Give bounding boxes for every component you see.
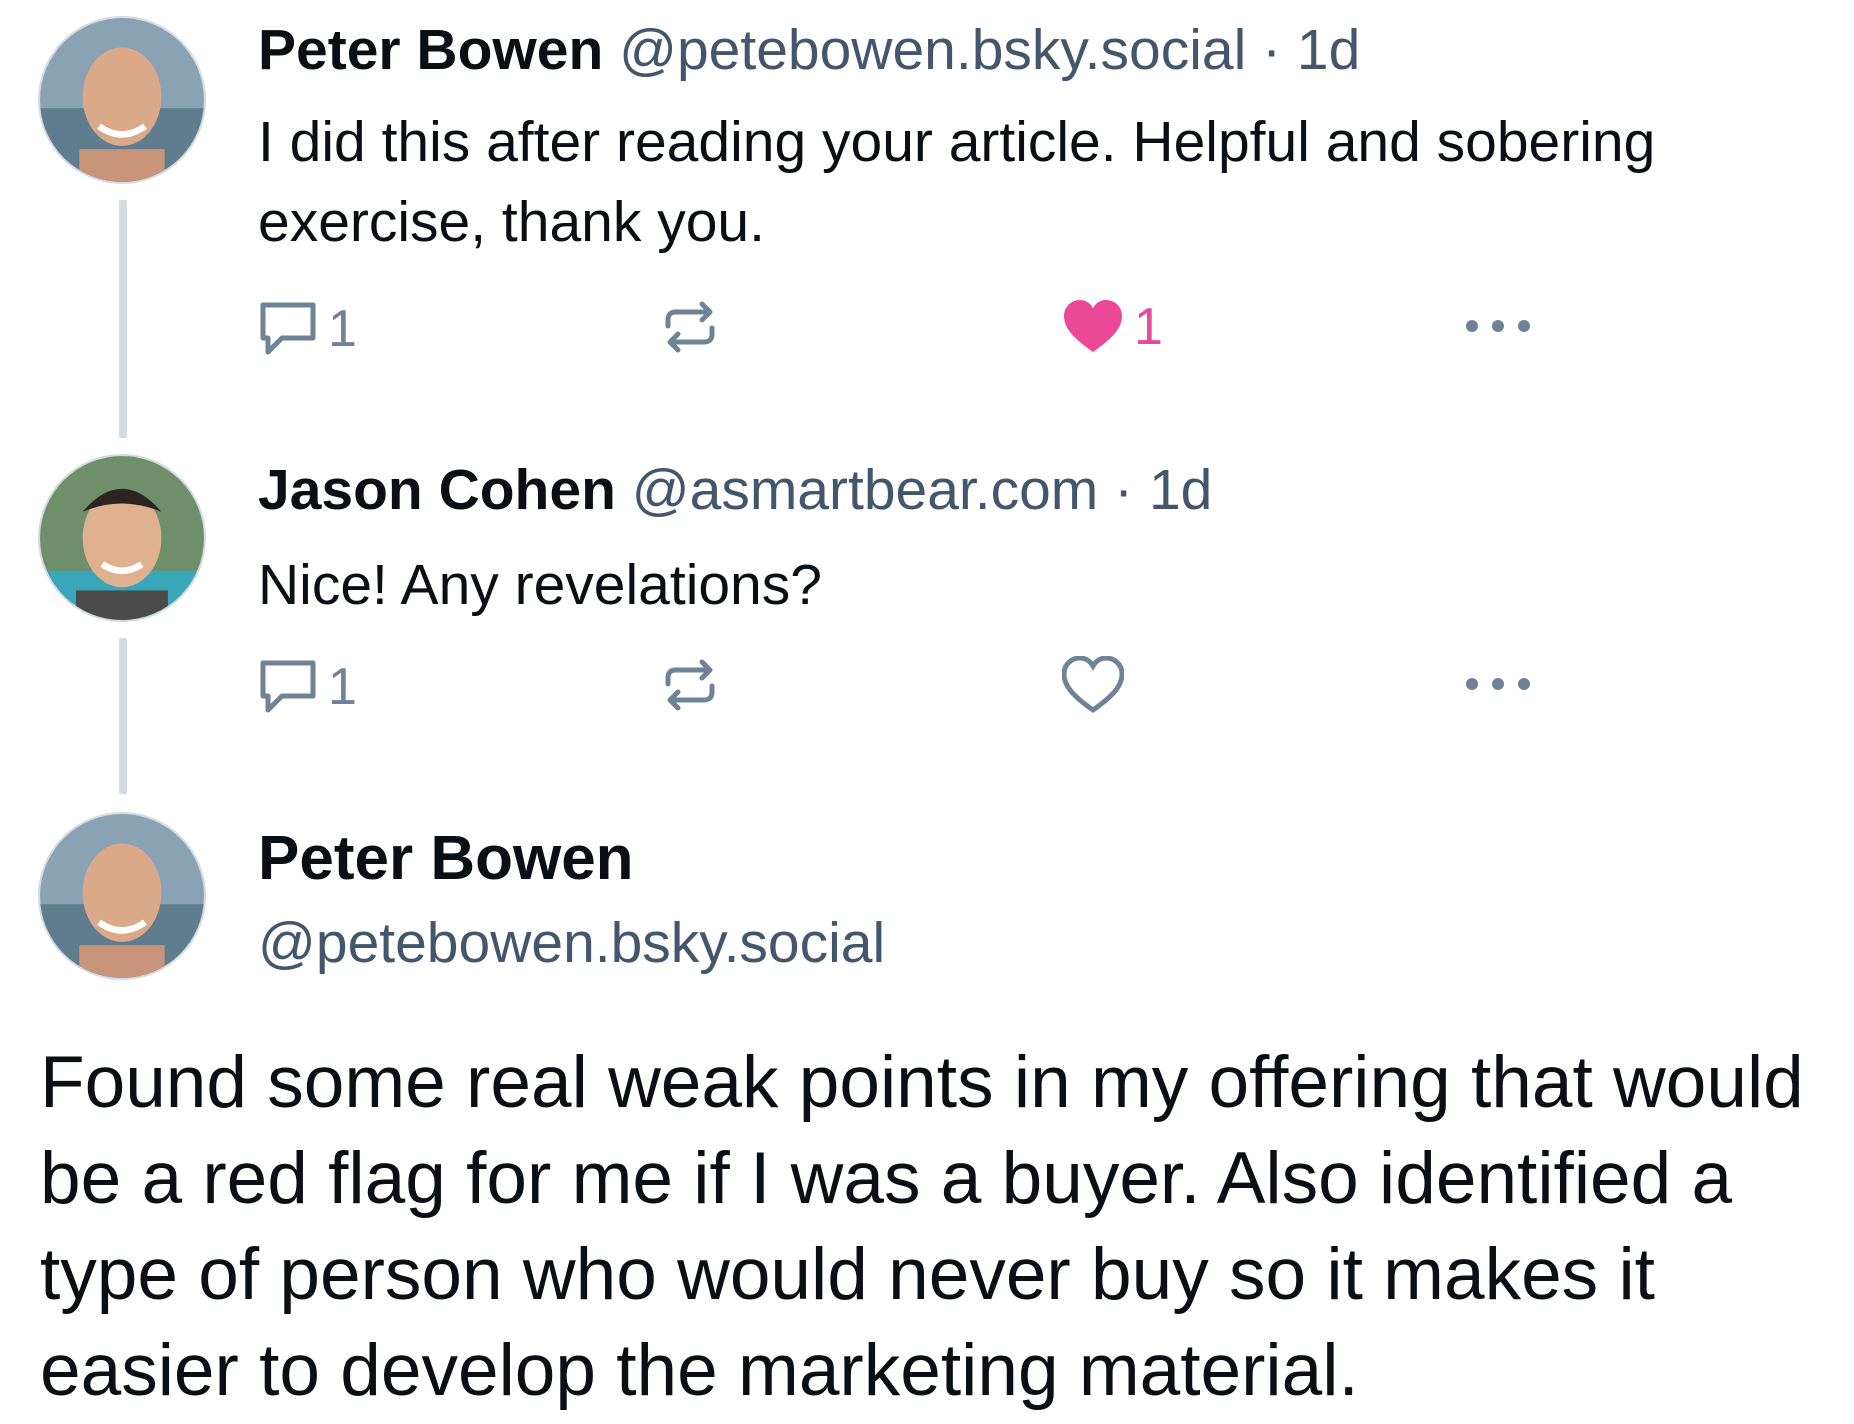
avatar-peter-bowen[interactable]	[38, 812, 206, 980]
separator: ·	[1262, 18, 1282, 82]
reply-button[interactable]: 1	[258, 300, 357, 358]
thread-line	[119, 638, 127, 794]
separator: ·	[1114, 458, 1134, 522]
thread-line	[119, 200, 127, 438]
avatar-photo	[40, 18, 204, 182]
author-handle[interactable]: @asmartbear.com	[632, 458, 1099, 522]
repost-button[interactable]	[660, 656, 720, 714]
repost-button[interactable]	[660, 298, 720, 356]
speech-bubble-icon	[260, 660, 316, 713]
ellipsis-icon	[1466, 320, 1530, 332]
main-post-text: Found some real weak points in my offeri…	[40, 1042, 1804, 1411]
post-time[interactable]: 1d	[1297, 18, 1360, 82]
ellipsis-icon	[1466, 678, 1530, 690]
heart-icon	[1064, 300, 1122, 352]
main-author-name[interactable]: Peter Bowen	[258, 828, 634, 890]
like-button[interactable]: 1	[1062, 298, 1163, 356]
heart-icon	[1062, 656, 1124, 714]
repost-arrows-icon	[665, 301, 715, 353]
reply-count: 1	[328, 300, 357, 358]
post-header: Peter Bowen @petebowen.bsky.social · 1d	[258, 22, 1360, 79]
main-author-handle[interactable]: @petebowen.bsky.social	[258, 915, 885, 972]
more-options-button[interactable]	[1462, 316, 1534, 336]
speech-bubble-icon	[260, 302, 316, 355]
post-time[interactable]: 1d	[1149, 458, 1212, 522]
like-count: 1	[1134, 298, 1163, 356]
reply-count: 1	[328, 658, 357, 716]
avatar-photo	[40, 456, 204, 620]
post-text: I did this after reading your article. H…	[258, 110, 1656, 254]
avatar-peter-bowen[interactable]	[38, 16, 206, 184]
more-options-button[interactable]	[1462, 674, 1534, 694]
post-header: Jason Cohen @asmartbear.com · 1d	[258, 462, 1212, 519]
author-handle[interactable]: @petebowen.bsky.social	[619, 18, 1246, 82]
avatar-photo	[40, 814, 204, 978]
repost-arrows-icon	[665, 659, 715, 711]
post-text: Nice! Any revelations?	[258, 553, 822, 617]
like-button[interactable]	[1062, 656, 1124, 714]
author-name[interactable]: Peter Bowen	[258, 18, 603, 82]
avatar-jason-cohen[interactable]	[38, 454, 206, 622]
author-name[interactable]: Jason Cohen	[258, 458, 616, 522]
reply-button[interactable]: 1	[258, 658, 357, 716]
